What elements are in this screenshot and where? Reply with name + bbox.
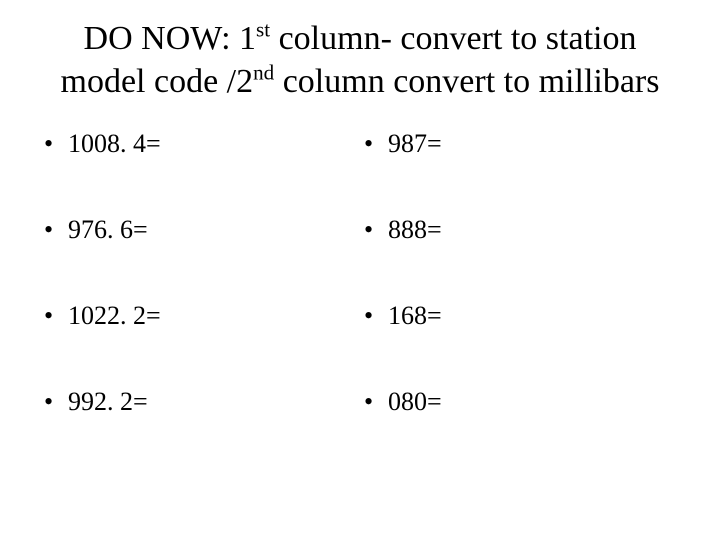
list-item: 1008. 4= [40, 129, 360, 159]
list-item: 168= [360, 301, 680, 331]
list-item: 987= [360, 129, 680, 159]
slide: DO NOW: 1st column- convert to station m… [0, 0, 720, 540]
right-column: 987= 888= 168= 080= [360, 129, 680, 473]
list-item: 1022. 2= [40, 301, 360, 331]
list-item: 976. 6= [40, 215, 360, 245]
title-part-1: DO NOW: 1 [84, 20, 257, 57]
left-column: 1008. 4= 976. 6= 1022. 2= 992. 2= [40, 129, 360, 473]
title-sup-2: nd [253, 60, 274, 84]
left-list: 1008. 4= 976. 6= 1022. 2= 992. 2= [40, 129, 360, 417]
list-item: 888= [360, 215, 680, 245]
slide-title: DO NOW: 1st column- convert to station m… [40, 18, 680, 103]
right-list: 987= 888= 168= 080= [360, 129, 680, 417]
title-part-3: column convert to millibars [274, 63, 659, 100]
list-item: 992. 2= [40, 387, 360, 417]
title-sup-1: st [256, 18, 270, 42]
list-item: 080= [360, 387, 680, 417]
content-columns: 1008. 4= 976. 6= 1022. 2= 992. 2= 987= 8… [40, 129, 680, 473]
